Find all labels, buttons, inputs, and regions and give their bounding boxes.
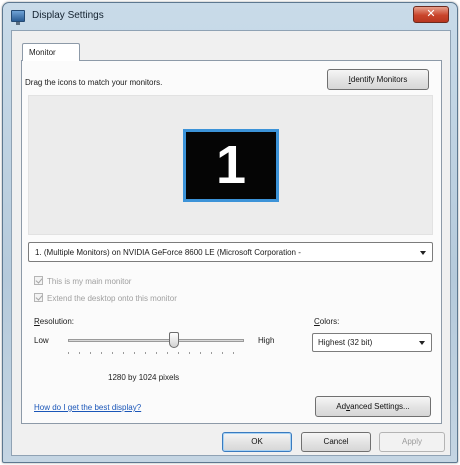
close-icon: ✕ [426,8,436,20]
ok-button[interactable]: OK [222,432,292,452]
monitor-icon[interactable]: 1 [183,129,279,202]
main-monitor-checkbox-row[interactable]: This is my main monitor [34,276,131,286]
window-title: Display Settings [32,10,104,21]
extend-desktop-label: Extend the desktop onto this monitor [47,294,177,303]
extend-desktop-checkbox-row[interactable]: Extend the desktop onto this monitor [34,293,177,303]
resolution-label-text: esolution: [39,317,75,326]
resolution-label: Resolution: [34,317,74,326]
advanced-label-before: Ad [336,402,347,411]
colors-label-text: olors: [319,317,340,326]
colors-select[interactable]: Highest (32 bit) [312,333,432,352]
monitor-arrangement-area: 1 [28,95,433,235]
display-select[interactable]: 1. (Multiple Monitors) on NVIDIA GeForce… [28,242,433,262]
tab-monitor[interactable]: Monitor [22,43,80,61]
cancel-button[interactable]: Cancel [301,432,371,452]
extend-desktop-checkbox[interactable] [34,293,43,302]
chevron-down-icon [420,251,426,255]
close-button[interactable]: ✕ [413,6,449,23]
resolution-value: 1280 by 1024 pixels [108,373,180,382]
resolution-high-label: High [258,336,275,345]
main-monitor-checkbox[interactable] [34,276,43,285]
resolution-low-label: Low [34,336,49,345]
best-display-help-link[interactable]: How do I get the best display? [34,403,141,412]
display-select-value: 1. (Multiple Monitors) on NVIDIA GeForce… [35,248,301,257]
colors-label: Colors: [314,317,339,326]
identify-monitors-button[interactable]: Identify Monitors [327,69,429,90]
resolution-slider-thumb[interactable] [168,332,179,348]
advanced-label-after: anced Settings... [350,402,410,411]
chevron-down-icon [419,341,425,345]
identify-label: dentify Monitors [350,75,408,84]
main-monitor-label: This is my main monitor [47,277,132,286]
advanced-settings-button[interactable]: Advanced Settings... [315,396,431,417]
display-icon [11,10,25,25]
resolution-slider-track[interactable] [68,339,244,342]
title-bar[interactable]: Display Settings ✕ [3,3,457,29]
resolution-slider-ticks [68,352,244,354]
monitor-number: 1 [215,135,247,195]
instruction-text: Drag the icons to match your monitors. [25,78,163,87]
apply-button[interactable]: Apply [379,432,445,452]
colors-select-value: Highest (32 bit) [318,338,373,347]
